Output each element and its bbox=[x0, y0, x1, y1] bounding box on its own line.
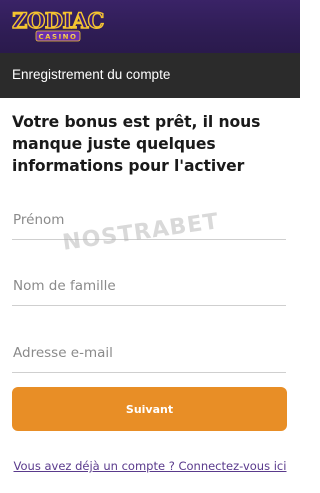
top-bar: ZODIAC CASINO bbox=[0, 0, 300, 53]
svg-text:CASINO: CASINO bbox=[38, 33, 77, 41]
last-name-field[interactable] bbox=[12, 270, 286, 306]
email-input[interactable] bbox=[12, 337, 286, 372]
login-link[interactable]: Vous avez déjà un compte ? Connectez-vou… bbox=[14, 459, 287, 473]
zodiac-casino-logo[interactable]: ZODIAC CASINO bbox=[12, 6, 104, 44]
section-header: Enregistrement du compte bbox=[0, 53, 300, 98]
last-name-input[interactable] bbox=[12, 270, 286, 305]
next-button[interactable]: Suivant bbox=[12, 387, 287, 431]
svg-text:ZODIAC: ZODIAC bbox=[12, 8, 104, 33]
login-link-container: Vous avez déjà un compte ? Connectez-vou… bbox=[0, 459, 300, 473]
first-name-input[interactable] bbox=[12, 204, 286, 239]
section-header-title: Enregistrement du compte bbox=[12, 67, 171, 82]
intro-text: Votre bonus est prêt, il nous manque jus… bbox=[12, 113, 261, 175]
email-field[interactable] bbox=[12, 337, 286, 373]
first-name-field[interactable] bbox=[12, 204, 286, 240]
